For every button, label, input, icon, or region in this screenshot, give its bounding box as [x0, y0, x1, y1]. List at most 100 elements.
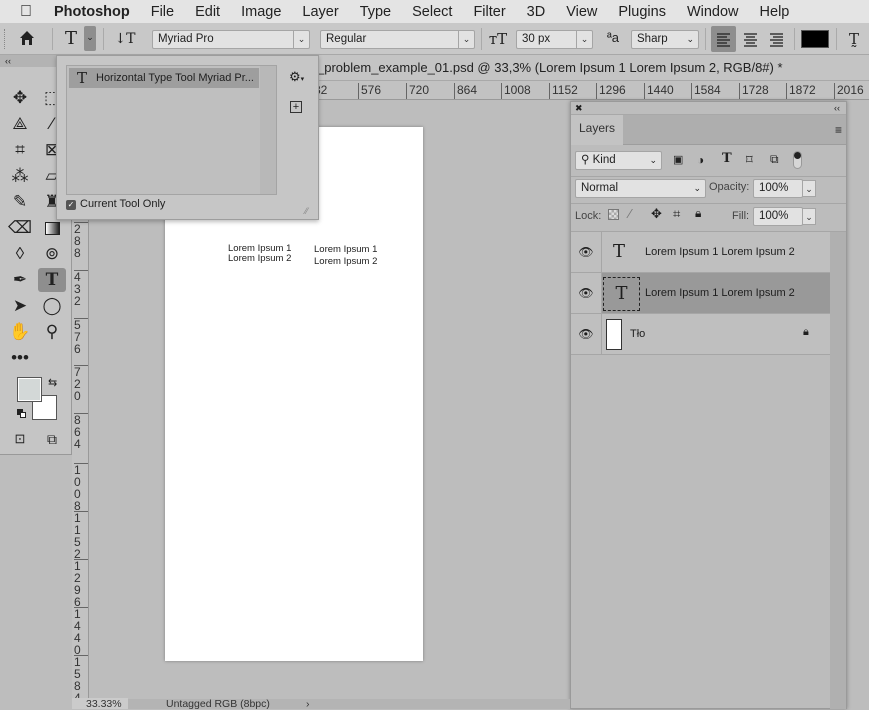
text-color-swatch[interactable]	[801, 30, 829, 48]
separator	[481, 28, 482, 50]
current-tool-only-checkbox[interactable]: ✓	[66, 200, 76, 210]
type-tool-preset-icon[interactable]: T	[61, 28, 81, 50]
panel-menu-icon[interactable]: ≡	[835, 123, 842, 137]
path-selection-tool-icon[interactable]: ➤	[6, 294, 34, 318]
blur-tool-icon[interactable]: ◊	[6, 242, 34, 266]
new-preset-button[interactable]: +	[290, 101, 302, 113]
filter-smart-object-icon[interactable]: ⧉	[770, 152, 779, 167]
lock-artboard-icon[interactable]: ⌗	[673, 206, 680, 222]
align-left-button[interactable]	[711, 26, 736, 52]
close-panel-icon[interactable]: ✖	[575, 102, 583, 114]
menu-app[interactable]: Photoshop	[54, 4, 130, 20]
layer-name[interactable]: Lorem Ipsum 1 Lorem Ipsum 2	[645, 232, 795, 272]
default-colors-icon[interactable]	[17, 409, 26, 418]
crop-tool-icon[interactable]: ⌗	[6, 138, 34, 162]
eyedropper-tool-icon[interactable]: ⁂	[6, 164, 34, 188]
filter-toggle[interactable]	[793, 151, 802, 169]
align-center-button[interactable]	[738, 26, 763, 52]
zoom-level[interactable]: 33.33%	[72, 698, 128, 710]
apple-icon[interactable]: 	[20, 3, 40, 21]
menu-plugins[interactable]: Plugins	[618, 4, 666, 20]
text-layer-right[interactable]: Lorem Ipsum 1 Lorem Ipsum 2	[314, 244, 377, 268]
warp-text-icon[interactable]: T̰	[844, 29, 864, 49]
fill-value: 100%	[759, 210, 789, 222]
document-profile[interactable]: Untagged RGB (8bpc)	[166, 698, 270, 710]
menu-layer[interactable]: Layer	[302, 4, 338, 20]
visibility-eye-icon[interactable]: 👁︎	[571, 232, 602, 272]
toggle-orientation-icon[interactable]: ↓T	[114, 29, 136, 49]
lock-all-icon[interactable]: 🔒︎	[695, 206, 701, 221]
layer-row-selected[interactable]: 👁︎ T Lorem Ipsum 1 Lorem Ipsum 2	[571, 273, 830, 314]
screen-mode-icon[interactable]: ⧉	[38, 427, 66, 451]
menu-type[interactable]: Type	[360, 4, 391, 20]
home-button[interactable]	[17, 29, 37, 49]
layer-kind-filter[interactable]: ⚲ Kind ⌄	[575, 151, 662, 170]
filter-shape-icon[interactable]: ⌑	[746, 152, 753, 168]
font-size-select[interactable]: 30 px ⌄	[516, 30, 593, 49]
layer-name[interactable]: Lorem Ipsum 1 Lorem Ipsum 2	[645, 273, 795, 313]
pen-tool-icon[interactable]: ✒	[6, 268, 34, 292]
menu-window[interactable]: Window	[687, 4, 739, 20]
chevron-down-icon: ⌄	[458, 31, 474, 48]
fill-input[interactable]: 100% ⌄	[753, 207, 816, 226]
layer-row[interactable]: 👁︎ T Lorem Ipsum 1 Lorem Ipsum 2	[571, 232, 830, 273]
zoom-tool-icon[interactable]: ⚲	[38, 320, 66, 344]
menu-image[interactable]: Image	[241, 4, 281, 20]
quick-mask-icon[interactable]: ⊡	[6, 427, 34, 451]
layers-panel: ✖ ‹‹ Layers ≡ ⚲ Kind ⌄ ▣ ◑ T ⌑ ⧉ Normal …	[570, 101, 847, 709]
menu-select[interactable]: Select	[412, 4, 452, 20]
ruler-label: 2 8 8	[74, 222, 88, 259]
menu-edit[interactable]: Edit	[195, 4, 220, 20]
lock-transparent-icon[interactable]	[608, 209, 619, 220]
type-tool-icon[interactable]: T	[38, 268, 66, 292]
align-center-icon	[744, 33, 757, 47]
preset-scrollbar[interactable]	[260, 66, 276, 194]
menu-filter[interactable]: Filter	[473, 4, 505, 20]
eraser-tool-icon[interactable]: ⌫	[6, 216, 34, 240]
status-arrow-icon[interactable]: ›	[306, 698, 310, 710]
chevron-down-icon[interactable]: ⌄	[802, 180, 816, 197]
collapse-panel-icon[interactable]: ‹‹	[834, 102, 840, 114]
filter-pixel-icon[interactable]: ▣	[673, 153, 683, 166]
menu-view[interactable]: View	[566, 4, 597, 20]
text-layer-left[interactable]: Lorem Ipsum 1 Lorem Ipsum 2	[228, 244, 291, 264]
options-grip[interactable]	[4, 29, 7, 49]
font-family-select[interactable]: Myriad Pro ⌄	[152, 30, 310, 49]
layer-name[interactable]: Tło	[630, 314, 645, 354]
resize-grip-icon[interactable]: ⁄⁄	[305, 206, 308, 216]
foreground-color-swatch[interactable]	[17, 377, 42, 402]
font-style-select[interactable]: Regular ⌄	[320, 30, 475, 49]
lock-pixels-icon[interactable]: ⁄	[629, 206, 631, 221]
opacity-input[interactable]: 100% ⌄	[753, 179, 816, 198]
move-tool-icon[interactable]: ✥	[6, 86, 34, 110]
preset-item-label: Horizontal Type Tool Myriad Pr...	[96, 72, 254, 84]
brush-tool-icon[interactable]: ✎	[6, 190, 34, 214]
font-size-value: 30 px	[522, 33, 551, 45]
dodge-tool-icon[interactable]: ⊚	[38, 242, 66, 266]
menu-file[interactable]: File	[151, 4, 174, 20]
chevron-down-icon[interactable]: ⌄	[802, 208, 816, 225]
align-right-button[interactable]	[764, 26, 789, 52]
filter-type-icon[interactable]: T	[722, 151, 732, 166]
preset-item[interactable]: T Horizontal Type Tool Myriad Pr...	[69, 68, 259, 88]
lock-position-icon[interactable]: ✥	[651, 206, 662, 222]
filter-adjustment-icon[interactable]: ◑	[697, 153, 704, 167]
more-tools-icon[interactable]: •••	[6, 346, 34, 370]
blend-mode-select[interactable]: Normal ⌄	[575, 179, 706, 198]
visibility-eye-icon[interactable]: 👁︎	[571, 314, 602, 354]
menu-help[interactable]: Help	[760, 4, 790, 20]
lasso-tool-icon[interactable]: ⟁	[6, 112, 34, 136]
search-icon: ⚲	[581, 154, 590, 166]
ellipse-tool-icon[interactable]: ◯	[38, 294, 66, 318]
visibility-eye-icon[interactable]: 👁︎	[571, 273, 602, 313]
hand-tool-icon[interactable]: ✋	[6, 320, 34, 344]
layers-scrollbar[interactable]	[830, 232, 846, 709]
preset-list[interactable]: T Horizontal Type Tool Myriad Pr...	[66, 65, 277, 195]
preset-picker-chevron[interactable]: ⌄	[84, 26, 96, 51]
antialias-select[interactable]: Sharp ⌄	[631, 30, 699, 49]
swap-colors-icon[interactable]: ⇆	[48, 376, 57, 389]
preset-settings-gear-icon[interactable]: ⚙▾	[289, 69, 304, 85]
menu-3d[interactable]: 3D	[527, 4, 546, 20]
tab-layers[interactable]: Layers	[571, 115, 623, 145]
layer-row[interactable]: 👁︎ Tło 🔒︎	[571, 314, 830, 355]
